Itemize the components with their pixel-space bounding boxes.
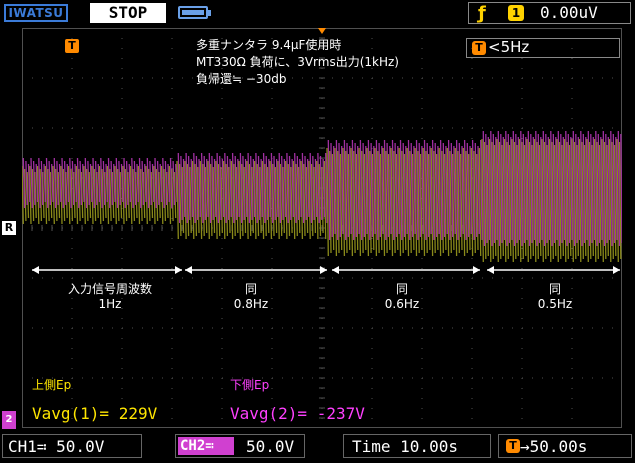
segment-arrow-head	[185, 266, 192, 274]
delay-value: →50.00s	[520, 437, 588, 456]
segment-2-sub: 0.8Hz	[233, 297, 269, 311]
segment-4-sub: 0.5Hz	[537, 297, 573, 311]
segment-arrow-head	[332, 266, 339, 274]
ch2-scale: 50.0V	[246, 437, 295, 456]
trigger-source-badge: 1	[508, 5, 524, 21]
segment-arrow-head	[473, 266, 480, 274]
upper-measure-title: 上側Ep	[32, 378, 72, 392]
ch2-avg-measurement: Vavg(2)= -237V	[230, 404, 365, 423]
rising-edge-icon: ƒ	[478, 3, 486, 24]
annotation-line-2: MT330Ω 負荷に、3Vrms出力(1kHz)	[196, 55, 399, 69]
ch1-avg-measurement: Vavg(1)= 229V	[32, 404, 158, 423]
segment-2-label: 同	[244, 282, 257, 296]
segment-arrow-head	[487, 266, 494, 274]
segment-1-label: 入力信号周波数	[67, 282, 152, 296]
brand-logo: IWATSU	[4, 4, 68, 22]
filter-value: <5Hz	[488, 38, 530, 56]
segment-1-sub: 1Hz	[98, 297, 122, 311]
run-stop-status[interactable]: STOP	[90, 3, 166, 23]
annotation-line-3: 負帰還≒ −30db	[196, 72, 287, 86]
ch2-tag: CH2≕	[178, 437, 234, 455]
segment-arrow-head	[613, 266, 620, 274]
segment-arrow-head	[175, 266, 182, 274]
segment-4-label: 同	[548, 282, 561, 296]
segment-arrow-head	[32, 266, 39, 274]
top-trigger-marker	[318, 28, 326, 34]
segment-3-sub: 0.6Hz	[384, 297, 420, 311]
timebase: Time 10.00s	[352, 437, 458, 456]
ch2-ground-marker[interactable]: 2	[2, 411, 16, 429]
ch1-scale: CH1≕ 50.0V	[8, 437, 105, 456]
segment-3-label: 同	[395, 282, 408, 296]
lower-measure-title: 下側Ep	[230, 378, 270, 392]
trigger-filter-icon: T	[472, 41, 486, 55]
segment-arrow-head	[320, 266, 327, 274]
waveform-display	[22, 28, 622, 428]
trigger-position-marker[interactable]: T	[65, 39, 79, 53]
trigger-level: 0.00uV	[540, 3, 598, 22]
battery-icon	[178, 6, 211, 19]
annotation-line-1: 多重ナンタラ 9.4μF使用時	[196, 38, 342, 52]
reference-marker[interactable]: R	[2, 221, 16, 235]
trigger-delay-icon: T	[506, 439, 520, 453]
